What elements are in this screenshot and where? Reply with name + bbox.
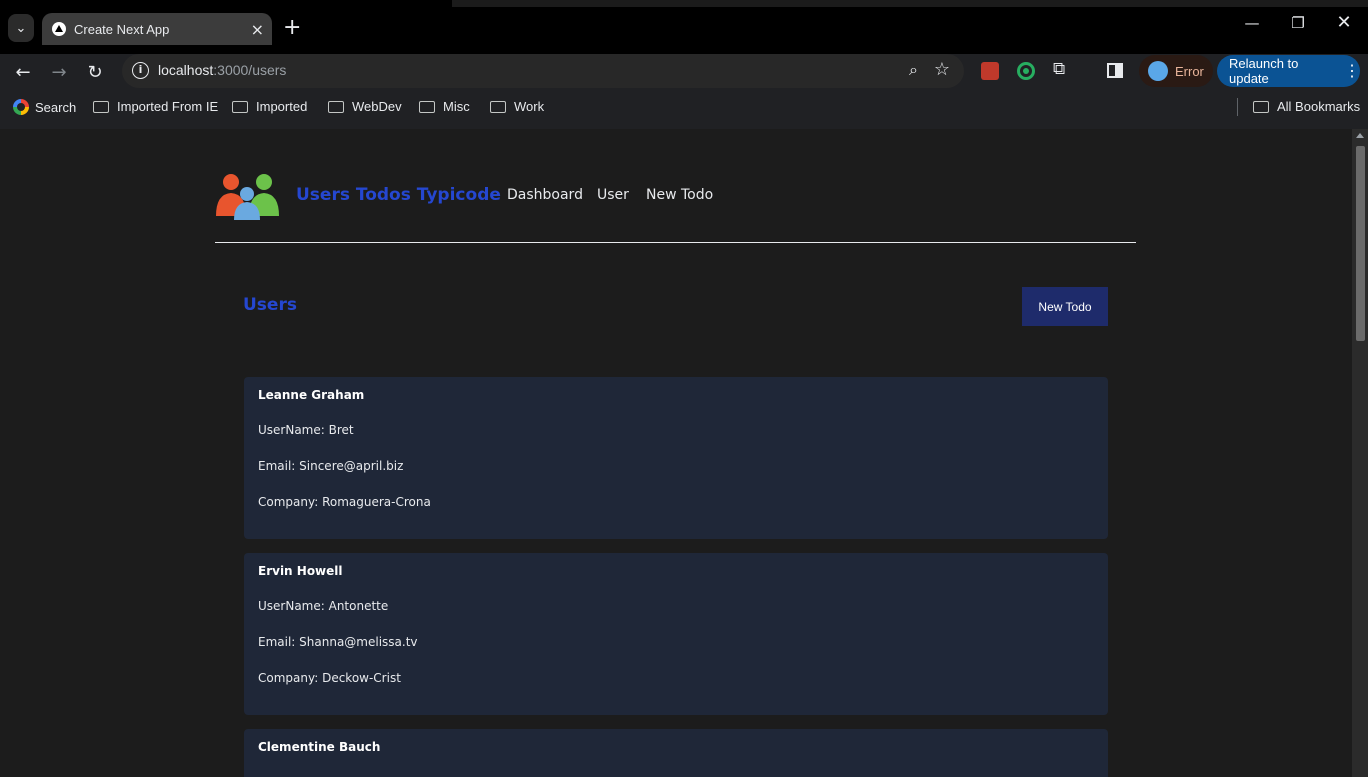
nav-dashboard[interactable]: Dashboard [507,187,583,203]
profile-status: Error [1175,63,1204,79]
user-email: Email: Shanna@melissa.tv [258,635,418,649]
forward-icon[interactable]: → [47,62,71,83]
scrollbar[interactable] [1352,129,1368,777]
folder-icon [93,100,109,113]
extension-target-icon[interactable] [1017,62,1035,80]
zoom-icon[interactable]: ⌕ [909,60,918,80]
tabstrip-accent [452,0,1368,7]
page-title: Users [243,295,297,315]
google-icon [13,99,29,115]
more-vert-icon: ⋮ [1344,63,1360,80]
site-info-icon[interactable]: i [132,62,149,79]
new-todo-button[interactable]: New Todo [1022,287,1108,326]
user-card[interactable]: Ervin Howell UserName: Antonette Email: … [244,553,1108,715]
browser-chrome: ⌄ Create Next App × + — ❐ ✕ ← → ↻ i loca… [0,0,1368,129]
folder-icon [419,100,435,113]
avatar [1148,61,1168,81]
bookmarks-bar: Search Imported From IE Imported WebDev … [0,92,1368,122]
tab-search-button[interactable]: ⌄ [8,14,34,42]
tab-title: Create Next App [74,21,170,37]
app-header: Users Todos Typicode Dashboard User New … [215,169,1136,243]
restore-icon[interactable]: ❐ [1283,14,1313,32]
folder-icon [1253,100,1269,113]
folder-icon [232,100,248,113]
close-icon[interactable]: × [251,20,264,39]
folder-icon [490,100,506,113]
folder-icon [328,100,344,113]
bookmark-search[interactable]: Search [13,99,76,115]
bookmark-folder[interactable]: Imported [232,99,307,114]
chevron-down-icon: ⌄ [15,20,27,36]
user-username: UserName: Bret [258,423,354,437]
minimize-icon[interactable]: — [1237,14,1267,32]
tabstrip-accent [0,0,452,7]
profile-button[interactable]: Error [1139,55,1213,87]
user-card[interactable]: Leanne Graham UserName: Bret Email: Sinc… [244,377,1108,539]
relaunch-label: Relaunch to update [1229,56,1299,86]
scroll-thumb[interactable] [1356,146,1365,341]
close-window-icon[interactable]: ✕ [1329,12,1359,33]
url-text[interactable]: localhost:3000/users [158,62,286,78]
nav-new-todo[interactable]: New Todo [646,187,713,203]
user-email: Email: Sincere@april.biz [258,459,404,473]
tab-strip: ⌄ Create Next App × + — ❐ ✕ [0,0,1368,54]
reload-icon[interactable]: ↻ [83,62,107,83]
bookmark-folder[interactable]: Imported From IE [93,99,218,114]
page-viewport: Users Todos Typicode Dashboard User New … [0,129,1352,777]
extension-icon[interactable] [981,62,999,80]
tab-active[interactable]: Create Next App × [42,13,272,45]
user-name: Ervin Howell [258,564,343,578]
user-card[interactable]: Clementine Bauch [244,729,1108,777]
user-name: Leanne Graham [258,388,365,402]
user-username: UserName: Antonette [258,599,389,613]
side-panel-icon[interactable] [1107,63,1123,78]
bookmark-star-icon[interactable]: ☆ [934,59,950,80]
new-tab-button[interactable]: + [283,17,301,39]
brand-title[interactable]: Users Todos Typicode [296,185,501,205]
back-icon[interactable]: ← [11,62,35,83]
all-bookmarks[interactable]: All Bookmarks [1253,99,1360,114]
users-logo-icon [216,174,279,220]
bookmarks-divider [1237,98,1238,116]
scroll-up-arrow-icon[interactable] [1356,133,1364,138]
address-bar[interactable]: i localhost:3000/users ⌕ ☆ [122,54,964,88]
bookmark-folder[interactable]: WebDev [328,99,402,114]
user-name: Clementine Bauch [258,740,381,754]
user-company: Company: Romaguera-Crona [258,495,431,509]
nav-user[interactable]: User [597,187,629,203]
user-company: Company: Deckow-Crist [258,671,401,685]
relaunch-button[interactable]: Relaunch to update ⋮ [1217,55,1360,87]
bookmark-folder[interactable]: Misc [419,99,470,114]
bookmark-folder[interactable]: Work [490,99,544,114]
browser-toolbar: ← → ↻ i localhost:3000/users ⌕ ☆ ⧉ Error… [0,54,1368,90]
nextjs-favicon-icon [52,22,66,36]
extensions-puzzle-icon[interactable]: ⧉ [1053,59,1071,79]
